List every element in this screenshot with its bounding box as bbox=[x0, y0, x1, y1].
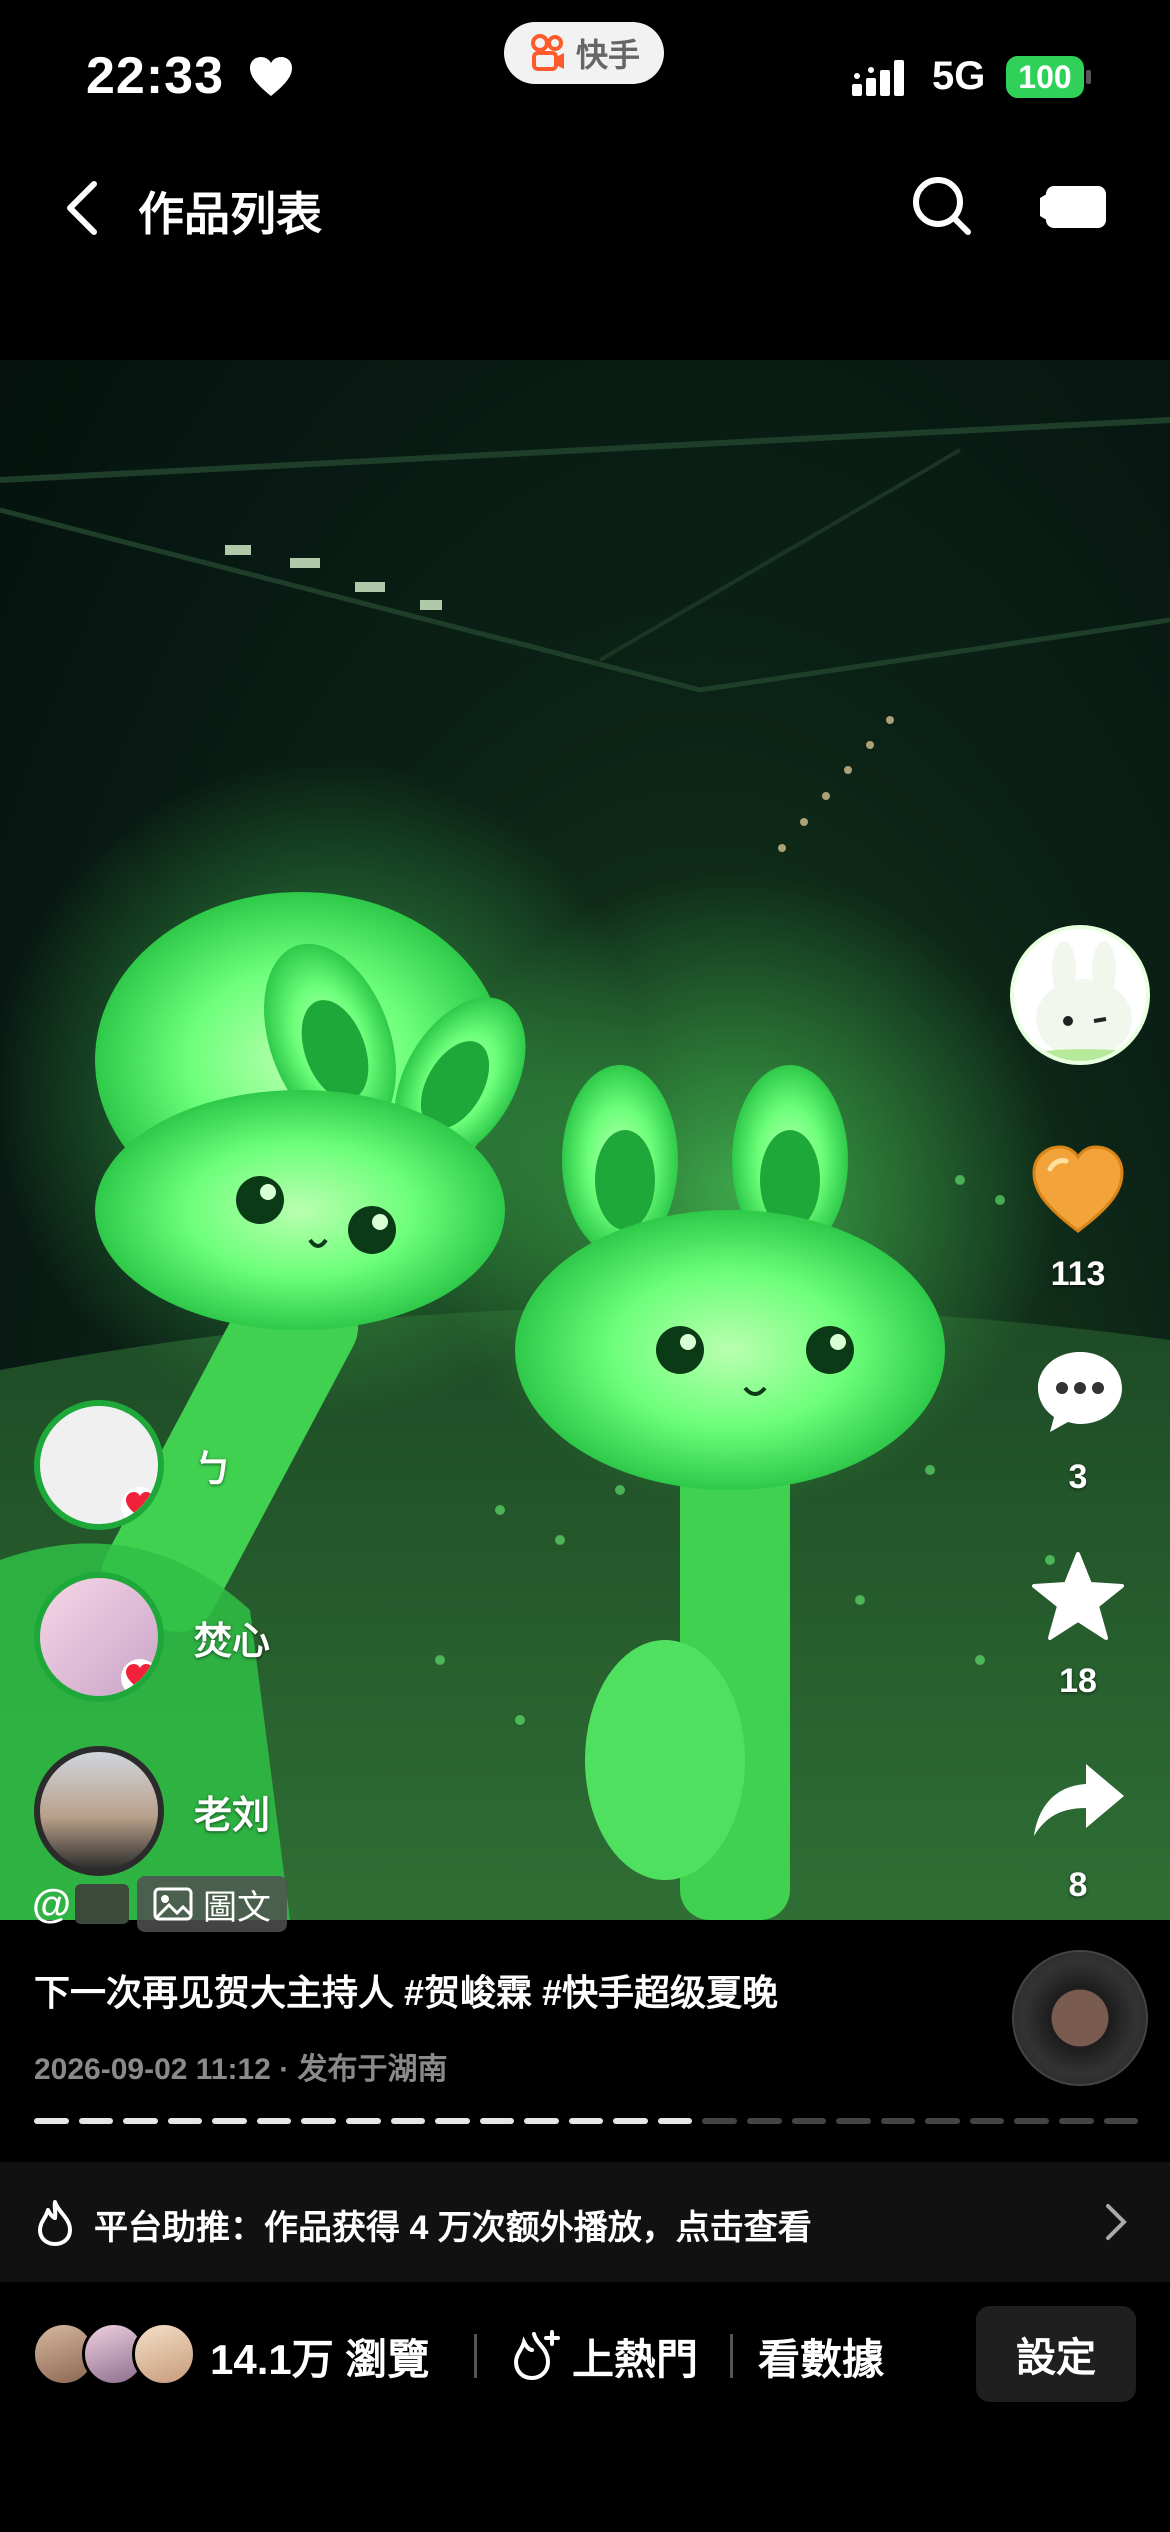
divider bbox=[474, 2334, 477, 2378]
avatar bbox=[34, 1572, 164, 1702]
bottom-action-bar: 14.1万 瀏覽 上熱門 看數據 設定 bbox=[0, 2282, 1170, 2532]
fire-icon bbox=[38, 2200, 72, 2246]
music-disc[interactable] bbox=[1012, 1950, 1148, 2086]
avatar bbox=[34, 1746, 164, 1876]
viewer-name: 焚心 bbox=[194, 1620, 271, 1663]
progress-segment bbox=[212, 2118, 247, 2124]
progress-segment bbox=[1014, 2118, 1049, 2124]
progress-segment bbox=[657, 2118, 693, 2124]
progress-segment bbox=[301, 2118, 336, 2124]
search-icon[interactable] bbox=[910, 174, 974, 238]
page-title: 作品列表 bbox=[138, 188, 322, 240]
at-symbol: @ bbox=[32, 1881, 72, 1926]
progress-segment bbox=[167, 2118, 203, 2124]
progress-segment bbox=[256, 2118, 292, 2124]
flame-plus-icon bbox=[513, 2330, 560, 2381]
kuaishou-logo-icon bbox=[530, 34, 564, 71]
progress-segment bbox=[791, 2118, 827, 2124]
progress-segment bbox=[969, 2118, 1005, 2124]
heart-icon bbox=[250, 57, 292, 96]
progress-segment bbox=[836, 2118, 871, 2124]
viewer-name: ㄅ bbox=[194, 1448, 233, 1491]
signal-icon bbox=[852, 60, 904, 96]
favorites-count: 18 bbox=[1059, 1662, 1097, 1700]
progress-segment bbox=[123, 2118, 158, 2124]
progress-segment bbox=[568, 2118, 604, 2124]
battery-tip bbox=[1086, 70, 1091, 84]
comment-bubble-icon[interactable] bbox=[1034, 1348, 1126, 1436]
progress-segment bbox=[613, 2118, 648, 2124]
post-meta: 2026-09-02 11:12 · 发布于湖南 bbox=[34, 2044, 448, 2088]
progress-segment bbox=[390, 2118, 426, 2124]
network-type: 5G bbox=[932, 54, 986, 98]
share-arrow-icon[interactable] bbox=[1032, 1760, 1126, 1840]
progress-segment bbox=[34, 2118, 69, 2124]
post-location: · 发布于湖南 bbox=[279, 2053, 448, 2086]
avatar bbox=[132, 2322, 196, 2386]
post-type-tag: 圖文 bbox=[137, 1876, 288, 1932]
chevron-right-icon bbox=[1106, 2204, 1127, 2240]
app-indicator-pill[interactable]: 快手 bbox=[504, 22, 664, 84]
top-nav: 作品列表 bbox=[0, 150, 1170, 270]
shares-count: 8 bbox=[1068, 1866, 1088, 1904]
post-timestamp: 2026-09-02 11:12 bbox=[34, 2053, 271, 2086]
heart-badge-icon bbox=[121, 1487, 158, 1524]
image-progress-bar bbox=[34, 2118, 1139, 2124]
viewer-item[interactable]: 焚心 bbox=[34, 1572, 270, 1702]
progress-segment bbox=[1058, 2118, 1094, 2124]
viewer-item[interactable]: ㄅ bbox=[34, 1400, 232, 1530]
status-time: 22:33 bbox=[86, 47, 224, 105]
likes-count: 113 bbox=[1050, 1255, 1106, 1293]
promo-text: 平台助推：作品获得 4 万次额外播放，点击查看 bbox=[94, 2209, 812, 2247]
app-name: 快手 bbox=[575, 37, 640, 73]
views-count[interactable]: 14.1万 瀏覽 bbox=[210, 2326, 429, 2387]
progress-segment bbox=[702, 2118, 737, 2124]
post-caption[interactable]: 下一次再见贺大主持人 #贺峻霖 #快手超级夏晚 bbox=[34, 1964, 778, 2016]
progress-segment bbox=[1103, 2118, 1139, 2124]
post-type-label: 圖文 bbox=[203, 1888, 272, 1927]
progress-segment bbox=[78, 2118, 114, 2124]
author-name-blurred[interactable] bbox=[75, 1884, 130, 1924]
progress-segment bbox=[524, 2118, 559, 2124]
viewer-item[interactable]: 老刘 bbox=[34, 1746, 270, 1876]
progress-segment bbox=[435, 2118, 470, 2124]
viewer-avatars-stack bbox=[32, 2322, 202, 2388]
back-arrow-icon[interactable] bbox=[58, 178, 108, 238]
video-camera-icon[interactable] bbox=[1040, 180, 1112, 234]
progress-segment bbox=[747, 2118, 782, 2124]
progress-segment bbox=[479, 2118, 515, 2124]
battery-indicator: 100 bbox=[1006, 56, 1084, 98]
image-text-icon bbox=[153, 1887, 193, 1921]
progress-segment bbox=[880, 2118, 916, 2124]
progress-segment bbox=[925, 2118, 960, 2124]
avatar bbox=[34, 1400, 164, 1530]
favorite-star-icon[interactable] bbox=[1030, 1550, 1126, 1642]
like-heart-icon[interactable] bbox=[1030, 1145, 1126, 1235]
settings-button[interactable]: 設定 bbox=[976, 2306, 1136, 2402]
promo-banner[interactable]: 平台助推：作品获得 4 万次额外播放，点击查看 bbox=[0, 2162, 1170, 2282]
heart-badge-icon bbox=[121, 1659, 158, 1696]
progress-segment bbox=[345, 2118, 381, 2124]
divider bbox=[730, 2334, 733, 2378]
author-avatar[interactable] bbox=[1010, 925, 1150, 1065]
view-stats-button[interactable]: 看數據 bbox=[758, 2326, 884, 2387]
viewer-name: 老刘 bbox=[194, 1794, 271, 1837]
comments-count: 3 bbox=[1068, 1458, 1088, 1496]
status-bar: 22:33 快手 5G 100 bbox=[0, 0, 1170, 150]
promote-button[interactable]: 上熱門 bbox=[572, 2326, 698, 2387]
author-mention-row: @ 圖文 bbox=[32, 1876, 288, 1932]
